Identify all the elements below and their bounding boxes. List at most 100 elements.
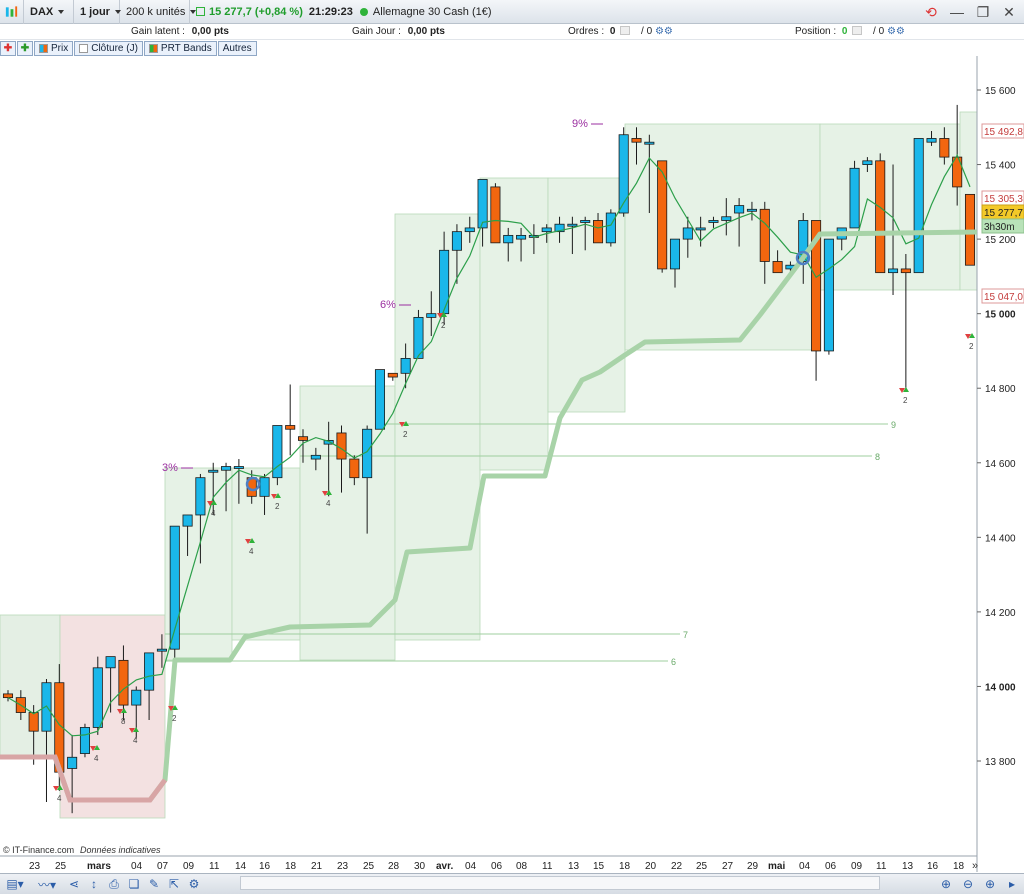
data-disclaimer-text: Données indicatives: [80, 845, 161, 855]
x-tick-label: 09: [183, 861, 195, 872]
chart-type-icon[interactable]: ▤▾: [0, 875, 30, 893]
candle: [695, 227, 706, 231]
x-tick-label: 29: [747, 861, 759, 872]
gain-jour-label: Gain Jour :: [352, 26, 401, 37]
refresh-icon[interactable]: ⟲: [920, 2, 942, 22]
x-tick-label: 25: [363, 861, 375, 872]
x-tick-label: 23: [337, 861, 349, 872]
candle: [516, 234, 527, 240]
gears-icon[interactable]: ⚙⚙: [887, 26, 905, 37]
legend-other[interactable]: Autres: [217, 41, 257, 56]
arrows-icon[interactable]: ↕: [84, 875, 104, 893]
signal-label: 2: [275, 502, 280, 511]
percent-annotation: 9%: [572, 118, 588, 130]
y-tick-label: 14 200: [985, 608, 1016, 619]
close-swatch-icon: [79, 44, 89, 53]
gain-latent-label: Gain latent :: [131, 26, 185, 37]
minimize-button[interactable]: —: [946, 2, 968, 22]
copy-icon[interactable]: ❏: [124, 875, 144, 893]
legend-price[interactable]: Prix: [34, 41, 74, 56]
candle: [759, 208, 770, 262]
quote-time: 21:29:23: [308, 5, 353, 18]
indicator-icon[interactable]: 〰▾: [30, 875, 64, 893]
units-selector[interactable]: 200 k unités: [120, 0, 197, 24]
gain-jour-value: 0,00 pts: [407, 26, 445, 37]
position[interactable]: Position : 0 / 0 ⚙⚙: [795, 26, 905, 37]
zoom-fit-icon[interactable]: ⊕: [936, 875, 956, 893]
signal-label: 4: [57, 794, 62, 803]
level-label: 8: [875, 452, 880, 462]
x-tick-label: 23: [29, 861, 41, 872]
candle: [297, 436, 309, 441]
y-tick-label: 14 600: [985, 459, 1016, 470]
candle: [772, 261, 783, 274]
chevron-down-icon: [58, 9, 65, 14]
market-status-icon: [359, 7, 368, 16]
x-tick-label: 18: [285, 861, 297, 872]
ordres[interactable]: Ordres : 0 / 0 ⚙⚙: [568, 26, 673, 37]
gears-icon[interactable]: ⚙⚙: [655, 26, 673, 37]
x-tick-label: 27: [722, 861, 734, 872]
legend-label: Prix: [51, 43, 69, 54]
y-tick-label: 15 400: [985, 161, 1016, 172]
settings-icon[interactable]: ⚙: [184, 875, 204, 893]
x-tick-label: 09: [851, 861, 863, 872]
candle: [862, 160, 873, 165]
signal-label: 2: [903, 396, 908, 405]
candle: [605, 212, 616, 244]
candle: [67, 756, 78, 769]
export-icon[interactable]: ⇱: [164, 875, 184, 893]
price-chart[interactable]: 9 8 7 6 15 600 15 400 15 200 15 000 14 800 14 600…: [0, 56, 1024, 872]
quote-box: 15 277,7 (+0,84 %) 21:29:23 Allemagne 30…: [190, 0, 498, 24]
percent-annotation: 3%: [162, 462, 178, 474]
candle: [2, 693, 14, 699]
level-label: 7: [683, 630, 688, 640]
band-region: [394, 213, 481, 641]
edit-icon[interactable]: ✎: [144, 875, 164, 893]
x-tick-label: 07: [157, 861, 169, 872]
restore-button[interactable]: ❐: [972, 2, 994, 22]
zoom-in-icon[interactable]: ⊕: [980, 875, 1000, 893]
x-tick-label: 16: [259, 861, 271, 872]
position-label: Position :: [795, 26, 837, 37]
candle: [541, 227, 552, 233]
add-up-button[interactable]: ✚: [17, 41, 33, 56]
candle: [657, 160, 668, 270]
time-scrollbar[interactable]: [240, 876, 880, 890]
y-tick-label: 14 400: [985, 533, 1016, 544]
candle: [721, 216, 732, 221]
zoom-controls: ⊕ ⊖ ⊕ ▸: [936, 873, 1022, 894]
x-tick-label: 04: [799, 861, 811, 872]
candle: [195, 477, 206, 516]
candle: [131, 689, 142, 706]
x-tick-label: mai: [768, 861, 785, 872]
candle: [156, 648, 167, 652]
candle: [900, 268, 911, 274]
zoom-out-icon[interactable]: ⊖: [958, 875, 978, 893]
gain-latent-value: 0,00 pts: [191, 26, 229, 37]
print-icon[interactable]: ⎙: [104, 875, 124, 893]
candle: [669, 238, 681, 270]
x-tick-label: 13: [902, 861, 914, 872]
signal-label: 2: [172, 714, 177, 723]
scroll-right-icon[interactable]: ▸: [1002, 875, 1022, 893]
position-info-bar: Gain latent : 0,00 pts Gain Jour : 0,00 …: [0, 25, 1024, 40]
legend-prt-bands[interactable]: PRT Bands: [143, 41, 217, 56]
x-tick-label: 08: [516, 861, 528, 872]
instrument-selector[interactable]: DAX: [24, 0, 74, 24]
candle: [259, 477, 270, 497]
y-tick-label: 14 000: [985, 682, 1016, 693]
share-icon[interactable]: ⋖: [64, 875, 84, 893]
x-tick-label: 16: [927, 861, 939, 872]
candle: [734, 205, 745, 214]
candle: [349, 458, 360, 479]
legend-close[interactable]: Clôture (J): [74, 41, 143, 56]
close-button[interactable]: ✕: [998, 2, 1020, 22]
period-selector[interactable]: 1 jour: [74, 0, 121, 24]
add-indicator-button[interactable]: ✚: [0, 41, 16, 56]
orders-chip-icon: [620, 26, 631, 35]
x-tick-label: 28: [388, 861, 400, 872]
position-total: / 0: [873, 26, 885, 37]
candle: [477, 179, 488, 229]
candle: [580, 220, 591, 223]
